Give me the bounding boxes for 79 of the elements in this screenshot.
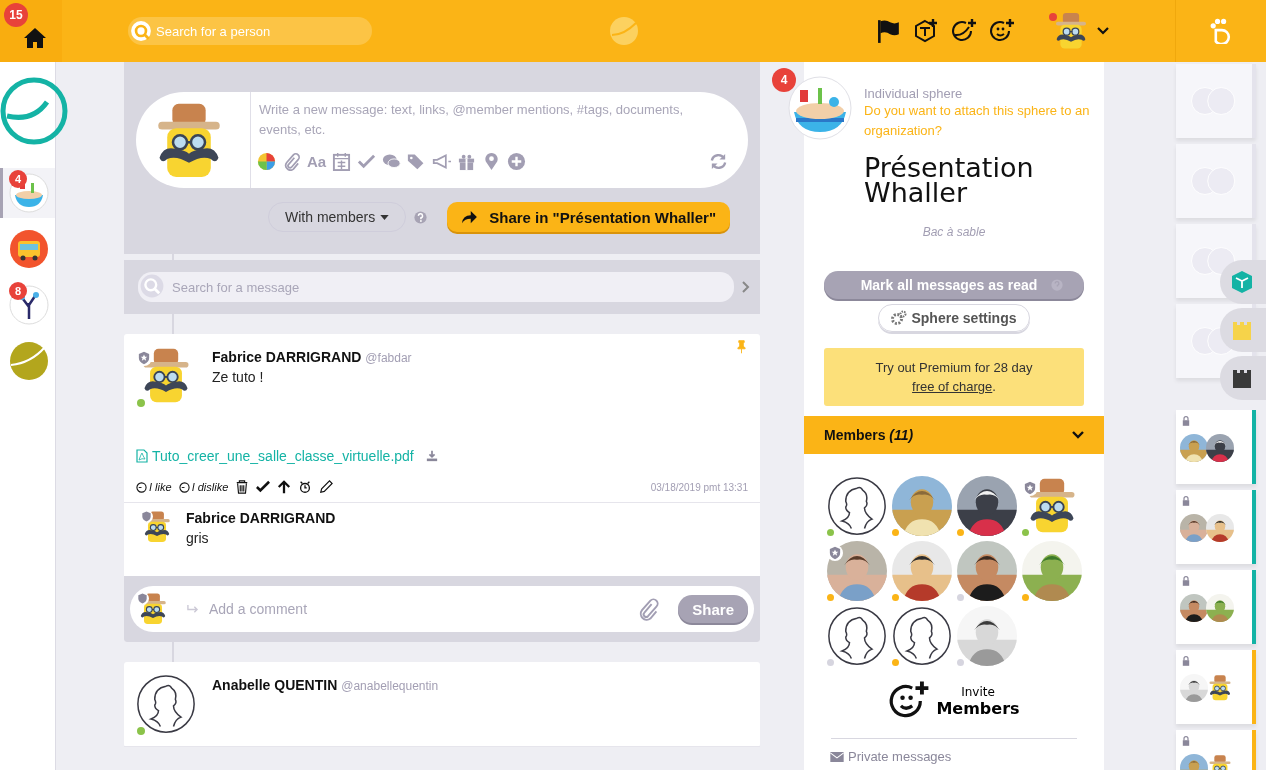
person-search-field[interactable]: Search for a person <box>128 17 372 45</box>
flag-icon[interactable] <box>875 18 901 44</box>
sphere-icon <box>9 229 49 269</box>
megaphone-icon[interactable] <box>432 152 452 171</box>
author-name: Anabelle QUENTIN <box>212 677 338 693</box>
message-search-field[interactable]: Search for a message <box>138 272 734 302</box>
search-icon <box>140 274 164 298</box>
arrow-up-icon[interactable] <box>277 480 292 494</box>
invite-label: Invite <box>961 684 995 699</box>
home-button[interactable] <box>23 26 47 50</box>
count-badge: 4 <box>772 68 796 92</box>
cube-plus-icon[interactable] <box>913 18 939 44</box>
user-menu-button[interactable] <box>1051 11 1109 51</box>
members-header[interactable]: Members (11) <box>804 416 1104 454</box>
admin-badge-icon <box>136 592 149 605</box>
share-button[interactable]: Share <box>678 595 748 623</box>
chevron-down-icon <box>1072 431 1084 439</box>
paperclip-icon[interactable] <box>282 152 301 171</box>
pin-icon[interactable] <box>737 340 746 354</box>
post-text: Ze tuto ! <box>212 369 265 385</box>
post-date: 03/18/2019 pmt 13:31 <box>650 481 748 493</box>
comment-author: Fabrice DARRIGRAND <box>186 510 336 526</box>
calendar-icon[interactable] <box>332 152 352 171</box>
chevron-down-icon <box>1097 27 1109 35</box>
members-title: Members (11) <box>824 427 914 443</box>
logo-icon[interactable] <box>0 76 69 146</box>
search-icon <box>130 20 152 42</box>
settings-icon <box>891 310 908 326</box>
download-icon[interactable] <box>425 450 438 462</box>
trash-icon[interactable] <box>235 480 250 494</box>
pdf-file-icon <box>136 449 148 463</box>
invite-members-button[interactable]: Invite Members <box>888 680 1020 722</box>
file-link[interactable]: Tuto_creer_une_salle_classe_virtuelle.pdf <box>136 448 414 464</box>
cube-icon <box>1230 270 1254 294</box>
sphere-item[interactable]: 4 <box>0 168 55 218</box>
check-icon[interactable] <box>357 152 377 171</box>
dislike-button[interactable]: I dislike <box>178 481 229 493</box>
count-badge: 8 <box>9 282 27 300</box>
quick-action-button[interactable] <box>1220 356 1266 400</box>
author-handle: @anabellequentin <box>341 679 439 693</box>
author-name: Fabrice DARRIGRAND <box>212 349 362 365</box>
refresh-icon[interactable] <box>709 152 728 171</box>
color-wheel-icon[interactable] <box>257 152 276 171</box>
share-button[interactable]: Share in "Présentation Whaller" <box>447 202 730 232</box>
premium-offer: Try out Premium for 28 day free of charge. <box>824 348 1084 406</box>
chat-icon[interactable] <box>382 152 402 171</box>
like-button[interactable]: I like <box>136 481 172 493</box>
sphere-subtitle: Bac à sable <box>922 225 986 239</box>
invite-label: Members <box>936 698 1020 718</box>
alarm-clock-icon[interactable] <box>298 480 313 494</box>
pencil-icon[interactable] <box>319 480 334 494</box>
gift-icon[interactable] <box>457 152 477 171</box>
mark-read-button[interactable]: Mark all messages as read <box>824 271 1084 299</box>
author-handle: @fabdar <box>365 351 412 365</box>
smiley-icon <box>136 481 147 493</box>
sphere-type: Individual sphere <box>864 86 964 101</box>
conversation-card[interactable] <box>1176 410 1256 484</box>
comment-text: gris <box>186 530 210 546</box>
envelope-icon <box>830 751 844 762</box>
count-badge: 4 <box>9 170 27 188</box>
chevron-right-icon[interactable] <box>742 281 750 293</box>
comment-field[interactable]: Add a comment Share <box>130 586 754 632</box>
smiley-plus-icon[interactable] <box>989 18 1015 44</box>
reply-arrow-icon <box>186 603 199 615</box>
message-composer[interactable]: Write a new message: text, links, @member mentions, #tags, documents, events, etc. Aa <box>136 92 748 188</box>
private-messages-link[interactable]: Private messages <box>830 749 952 764</box>
share-arrow-icon <box>461 210 478 224</box>
caret-icon <box>380 214 390 220</box>
check-icon[interactable] <box>256 480 271 494</box>
notification-badge: 15 <box>4 3 28 27</box>
sphere-item[interactable]: 8 <box>0 280 55 330</box>
plus-circle-icon[interactable] <box>507 152 527 171</box>
home-icon <box>23 26 47 50</box>
sphere-icon <box>9 341 49 381</box>
circle-plus-icon[interactable] <box>951 18 977 44</box>
format-button[interactable]: Aa <box>307 153 327 170</box>
smiley-icon <box>178 481 190 493</box>
help-icon[interactable] <box>414 210 428 224</box>
sphere-title: Présentation Whaller <box>864 155 1035 205</box>
